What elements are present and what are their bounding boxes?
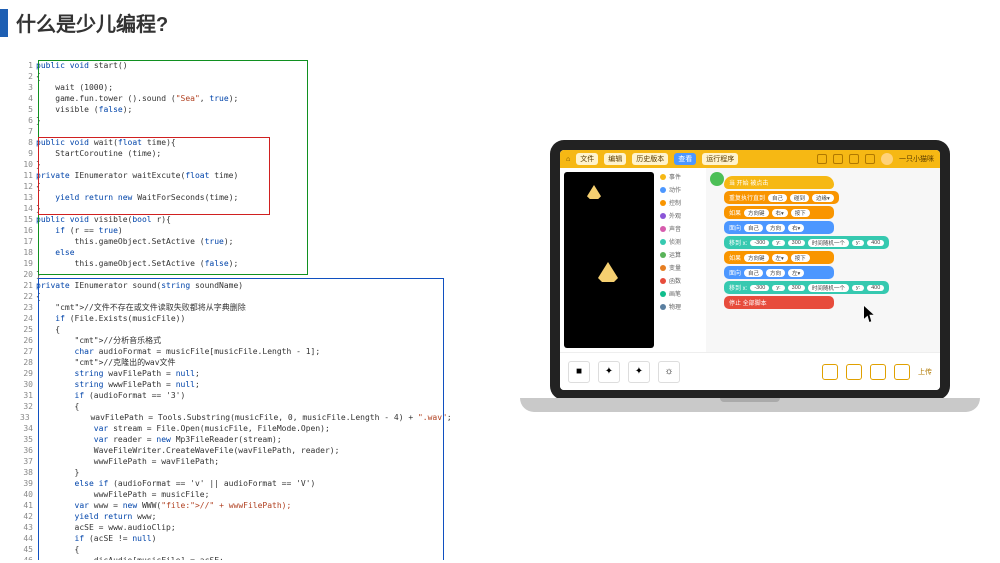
- note-icon[interactable]: [822, 364, 838, 380]
- green-flag-icon[interactable]: [710, 172, 724, 186]
- editor-workspace: 事件动作控制外观声音侦测运算变量函数画笔物理 当 开始 被点击重复执行直到自己碰…: [560, 168, 940, 352]
- category-运算[interactable]: 运算: [660, 250, 704, 259]
- list-icon[interactable]: [894, 364, 910, 380]
- code-block[interactable]: 如果方向键右▾按下: [724, 206, 834, 219]
- logo-icon: ⌂: [566, 156, 570, 163]
- category-画笔[interactable]: 画笔: [660, 289, 704, 298]
- category-控制[interactable]: 控制: [660, 198, 704, 207]
- title-accent: [0, 9, 8, 37]
- code-block[interactable]: 移到 x:-300y:300时间随机一个y:400: [724, 281, 889, 294]
- page-title: 什么是少儿编程?: [16, 8, 168, 37]
- editor-topbar: ⌂ 文件 编辑 历史版本 查看 运行程序 一只小猫咪: [560, 150, 940, 168]
- user-avatar[interactable]: [881, 153, 893, 165]
- toolbar-icon-4[interactable]: [865, 154, 875, 164]
- sprite-player: [598, 262, 618, 282]
- visual-editor-screen: ⌂ 文件 编辑 历史版本 查看 运行程序 一只小猫咪 事件动作控制外观: [560, 150, 940, 390]
- highlight-box-blue: [38, 278, 444, 560]
- sprite-thumbnail[interactable]: ■: [568, 361, 590, 383]
- sprite-thumbnail[interactable]: ☼: [658, 361, 680, 383]
- upload-button[interactable]: 上传: [918, 367, 932, 377]
- code-block[interactable]: 移到 x:-300y:300时间随机一个y:400: [724, 236, 889, 249]
- toolbar-icon-3[interactable]: [849, 154, 859, 164]
- code-block[interactable]: 重复执行直到自己碰到边缘▾: [724, 191, 839, 204]
- menu-file[interactable]: 文件: [576, 153, 598, 165]
- menu-view[interactable]: 查看: [674, 153, 696, 165]
- page-title-bar: 什么是少儿编程?: [0, 0, 1000, 49]
- category-物理[interactable]: 物理: [660, 302, 704, 311]
- game-stage[interactable]: [564, 172, 654, 348]
- sprite-thumbnail[interactable]: ✦: [598, 361, 620, 383]
- category-函数[interactable]: 函数: [660, 276, 704, 285]
- user-name: 一只小猫咪: [899, 154, 934, 164]
- menu-history[interactable]: 历史版本: [632, 153, 668, 165]
- code-block[interactable]: 如果方向键左▾按下: [724, 251, 834, 264]
- toolbar-icon-1[interactable]: [817, 154, 827, 164]
- menu-run[interactable]: 运行程序: [702, 153, 738, 165]
- highlight-box-red: [38, 137, 270, 215]
- code-block[interactable]: 停止 全部脚本: [724, 296, 834, 309]
- sprite-toolbar: ■ ✦ ✦ ☼ 上传: [560, 352, 940, 390]
- category-侦测[interactable]: 侦测: [660, 237, 704, 246]
- code-block[interactable]: 面向自己方向左▾: [724, 266, 834, 279]
- pencil-icon[interactable]: [846, 364, 862, 380]
- sprite-enemy: [587, 185, 601, 199]
- mouse-cursor-icon: [864, 306, 876, 322]
- code-block[interactable]: 面向自己方向右▾: [724, 221, 834, 234]
- play-icon[interactable]: [870, 364, 886, 380]
- category-外观[interactable]: 外观: [660, 211, 704, 220]
- laptop-mockup: ⌂ 文件 编辑 历史版本 查看 运行程序 一只小猫咪 事件动作控制外观: [520, 140, 980, 450]
- block-category-list: 事件动作控制外观声音侦测运算变量函数画笔物理: [658, 168, 706, 352]
- category-变量[interactable]: 变量: [660, 263, 704, 272]
- code-block[interactable]: 当 开始 被点击: [724, 176, 834, 189]
- menu-edit[interactable]: 编辑: [604, 153, 626, 165]
- laptop-bezel: ⌂ 文件 编辑 历史版本 查看 运行程序 一只小猫咪 事件动作控制外观: [550, 140, 950, 400]
- code-panel: 1public void start()2{3 wait (1000);4 ga…: [20, 60, 450, 560]
- category-事件[interactable]: 事件: [660, 172, 704, 181]
- toolbar-icon-2[interactable]: [833, 154, 843, 164]
- category-声音[interactable]: 声音: [660, 224, 704, 233]
- script-canvas[interactable]: 当 开始 被点击重复执行直到自己碰到边缘▾ 如果方向键右▾按下面向自己方向右▾ 移到…: [706, 168, 940, 352]
- category-动作[interactable]: 动作: [660, 185, 704, 194]
- laptop-base: [520, 398, 980, 412]
- sprite-thumbnail[interactable]: ✦: [628, 361, 650, 383]
